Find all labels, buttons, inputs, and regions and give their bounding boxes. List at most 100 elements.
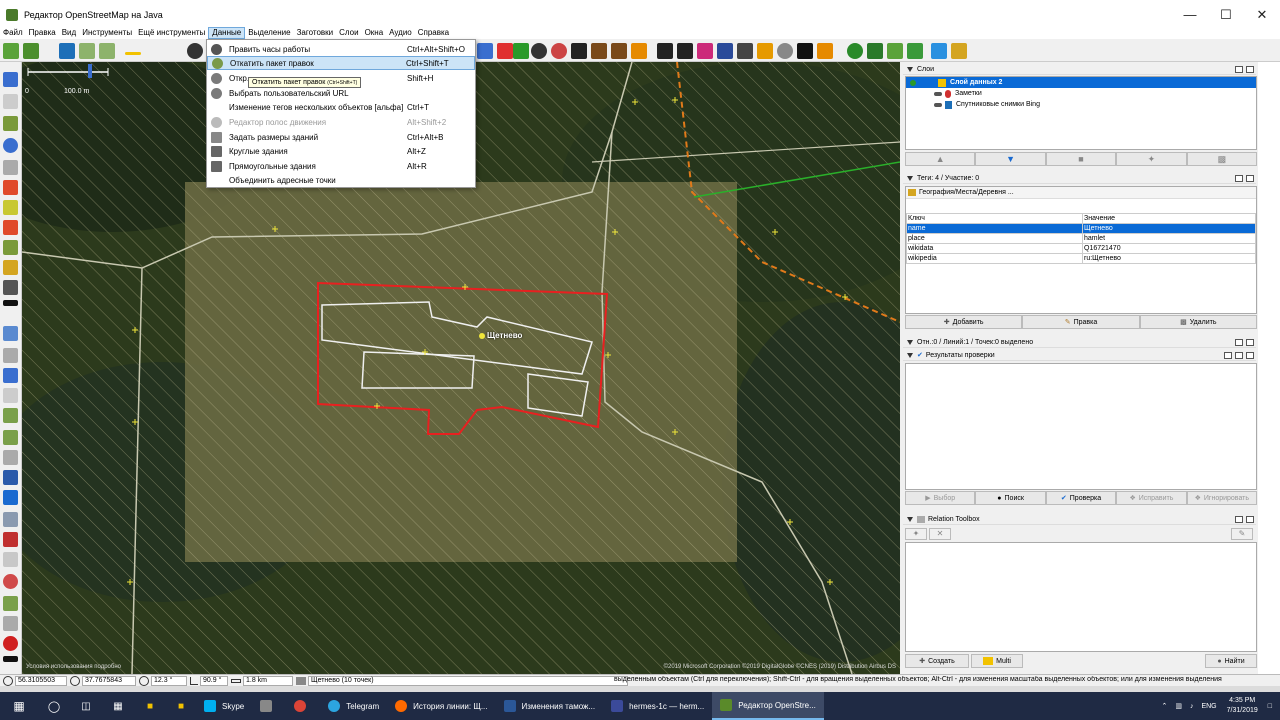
map-paint-icon[interactable]: [3, 408, 18, 423]
col-value[interactable]: Значение: [1082, 213, 1256, 224]
collapse-icon[interactable]: [907, 352, 913, 358]
taskbar-app[interactable]: История линии: Щ...: [387, 692, 495, 720]
panel-close-icon[interactable]: [1246, 66, 1254, 73]
attribution-left[interactable]: Условия использования подробно: [26, 664, 121, 670]
table-row[interactable]: place hamlet: [906, 233, 1256, 244]
search-button[interactable]: ● Поиск: [975, 491, 1046, 505]
attribution-right[interactable]: ©2019 Microsoft Corporation ©2019 Digita…: [664, 664, 896, 670]
menu-item-rect-buildings[interactable]: Прямоугольные здания Alt+R: [207, 159, 475, 173]
layers-panel-header[interactable]: Слои: [903, 64, 1256, 75]
link-icon[interactable]: [777, 43, 793, 59]
validate-button[interactable]: ✔ Проверка: [1045, 491, 1117, 505]
water-icon[interactable]: [931, 43, 947, 59]
tag-value[interactable]: hamlet: [1082, 233, 1256, 244]
panel-close-icon[interactable]: [1246, 516, 1254, 523]
table-row[interactable]: name Щетнево: [906, 223, 1256, 234]
detach-icon[interactable]: [1235, 175, 1243, 182]
folder-icon[interactable]: ■: [166, 692, 196, 720]
parallel-tool-icon[interactable]: [3, 180, 18, 195]
eye-icon[interactable]: [934, 91, 942, 96]
file-explorer-icon[interactable]: ■: [134, 692, 166, 720]
download-icon[interactable]: [3, 43, 19, 59]
menu-audio[interactable]: Аудио: [386, 27, 415, 39]
latitude-field[interactable]: 56.3105503: [15, 675, 67, 686]
tray-chevron-icon[interactable]: ⌃: [1161, 702, 1167, 710]
tag-key[interactable]: place: [906, 233, 1083, 244]
clothes-icon[interactable]: [717, 43, 733, 59]
table-row[interactable]: wikidata Q16721470: [906, 243, 1256, 254]
menu-edit[interactable]: Правка: [26, 27, 59, 39]
create-button[interactable]: ✚ Создать: [905, 654, 969, 668]
find-button[interactable]: ● Найти: [1205, 654, 1257, 668]
panel-close-icon[interactable]: [1246, 339, 1254, 346]
fuel-icon[interactable]: [631, 43, 647, 59]
tractor-icon[interactable]: [187, 43, 203, 59]
filter-icon[interactable]: [3, 512, 18, 527]
collapse-icon[interactable]: [907, 516, 913, 522]
bing-icon[interactable]: [59, 43, 75, 59]
panel-close-icon[interactable]: [1246, 352, 1254, 359]
clock[interactable]: 4:35 PM 7/31/2019: [1227, 696, 1258, 716]
menu-more-tools[interactable]: Ещё инструменты: [135, 27, 208, 39]
car-icon[interactable]: [531, 43, 547, 59]
menu-view[interactable]: Вид: [59, 27, 79, 39]
forest-icon[interactable]: [867, 43, 883, 59]
tag-value[interactable]: Q16721470: [1082, 243, 1256, 254]
taskbar-app[interactable]: Telegram: [320, 692, 387, 720]
phone-icon[interactable]: [571, 43, 587, 59]
imagery-2-icon[interactable]: [99, 43, 115, 59]
maximize-icon[interactable]: ☐: [1208, 0, 1244, 29]
menu-presets[interactable]: Заготовки: [294, 27, 337, 39]
longitude-field[interactable]: 37.7675843: [82, 675, 136, 686]
orange-icon[interactable]: [817, 43, 833, 59]
right-scrollbar[interactable]: [1258, 62, 1280, 674]
tag-tool-icon[interactable]: [3, 348, 18, 363]
layer-settings-button[interactable]: ✦: [1116, 152, 1187, 166]
taskbar-app[interactable]: Редактор OpenStre...: [712, 692, 824, 720]
eye-icon[interactable]: [934, 102, 942, 107]
tags-panel-header[interactable]: Теги: 4 / Участие: 0: [903, 173, 1256, 184]
pencil-tool-icon[interactable]: [3, 260, 18, 275]
tag-key[interactable]: wikipedia: [906, 253, 1083, 264]
menu-item-custom-url[interactable]: Выбрать пользовательский URL: [207, 86, 475, 100]
flag-icon[interactable]: [477, 43, 493, 59]
draw-tool-icon[interactable]: [3, 116, 18, 131]
split-tool-icon[interactable]: [3, 220, 18, 235]
delete-layer-button[interactable]: ▩: [1186, 152, 1258, 166]
calculator-icon[interactable]: ▦: [102, 692, 134, 720]
language-indicator[interactable]: ENG: [1201, 703, 1216, 710]
scrub-icon[interactable]: [907, 43, 923, 59]
collapse-icon[interactable]: [907, 175, 913, 181]
chrome-icon[interactable]: [286, 692, 320, 720]
network-icon[interactable]: ▥: [1175, 702, 1182, 710]
bag-icon[interactable]: [757, 43, 773, 59]
imagery-icon[interactable]: [79, 43, 95, 59]
search-icon[interactable]: ◯: [38, 692, 70, 720]
shop-icon[interactable]: [591, 43, 607, 59]
upload-icon[interactable]: [23, 43, 39, 59]
lasso-tool-icon[interactable]: [3, 94, 18, 109]
preset-link[interactable]: География/Места/Деревня ...: [906, 187, 1256, 199]
selection-panel-header[interactable]: Отн.:0 / Линий:1 / Точек:0 выделено: [903, 337, 1256, 348]
start-icon[interactable]: ▦: [0, 692, 38, 720]
zoom-tool-icon[interactable]: [3, 138, 18, 153]
merge-layer-button[interactable]: ■: [1045, 152, 1117, 166]
menu-selection[interactable]: Выделение: [245, 27, 293, 39]
menu-help[interactable]: Справка: [415, 27, 452, 39]
validation-panel-header[interactable]: ✔ Результаты проверки: [903, 350, 1256, 361]
ignore-button[interactable]: ❖ Игнорировать: [1186, 491, 1258, 505]
toggle-panel-icon[interactable]: [3, 326, 18, 341]
edit-tag-button[interactable]: ✎ Правка: [1022, 315, 1140, 329]
cross-icon[interactable]: [497, 43, 513, 59]
delete-tag-button[interactable]: ▩ Удалить: [1139, 315, 1257, 329]
taskbar-app[interactable]: Skype: [196, 692, 252, 720]
conflict-icon[interactable]: [3, 470, 18, 485]
select-button[interactable]: ▶ Выбор: [905, 491, 976, 505]
validate-check-icon[interactable]: [3, 490, 18, 505]
changeset-icon[interactable]: [3, 450, 18, 465]
menu-tools[interactable]: Инструменты: [79, 27, 135, 39]
fix-button[interactable]: ❖ Исправить: [1116, 491, 1187, 505]
minimap-icon[interactable]: [3, 616, 18, 631]
select-tool-icon[interactable]: [3, 72, 18, 87]
layer-row[interactable]: Спутниковые снимки Bing: [906, 99, 1256, 110]
